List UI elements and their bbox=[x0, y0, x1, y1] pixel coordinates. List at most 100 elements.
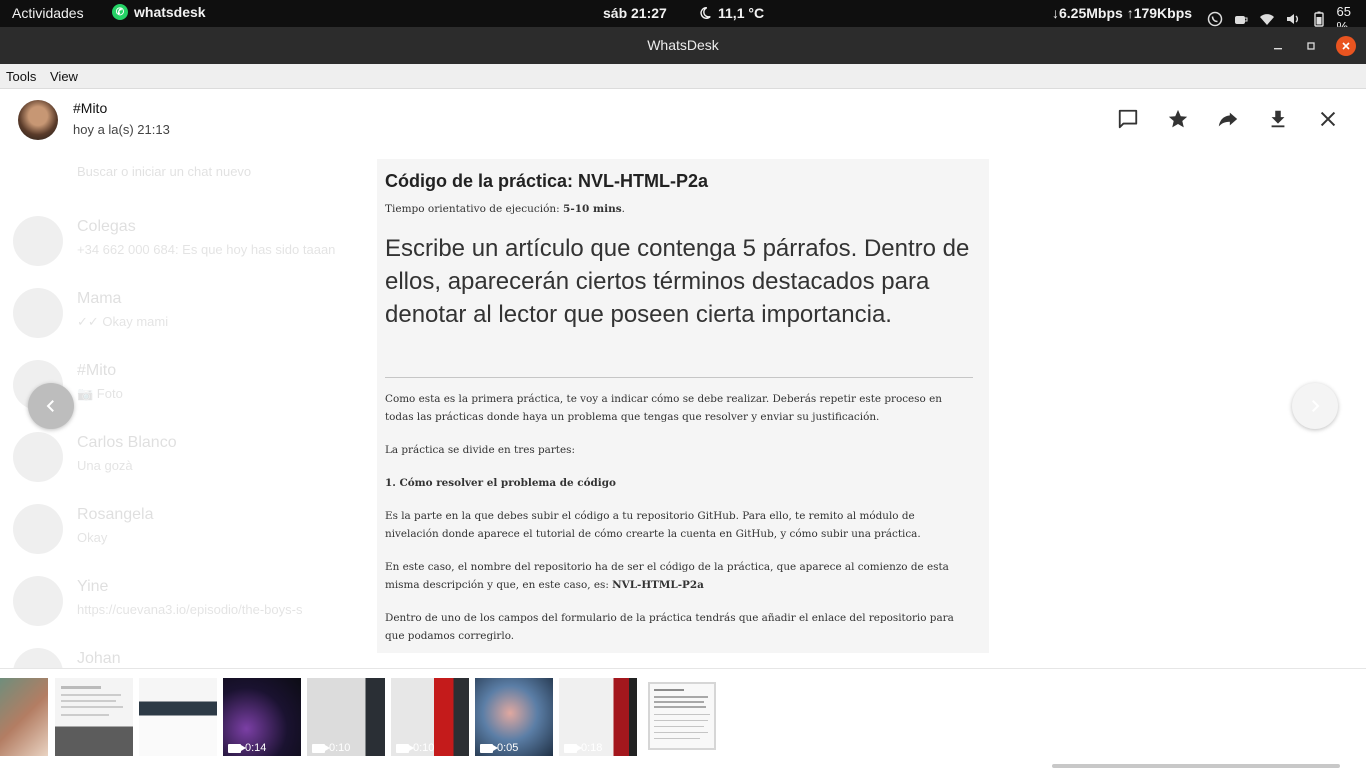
star-button[interactable] bbox=[1166, 107, 1190, 131]
media-thumbnail-strip: 0:14 0:10 0:10 0:05 0:18 bbox=[0, 668, 1366, 768]
thumbnail-image[interactable] bbox=[139, 678, 217, 756]
doc-time-label: Tiempo orientativo de ejecución: bbox=[385, 203, 560, 215]
message-timestamp: hoy a la(s) 21:13 bbox=[73, 122, 170, 137]
forward-button[interactable] bbox=[1216, 107, 1240, 131]
video-duration: 0:10 bbox=[312, 742, 350, 754]
star-icon bbox=[1168, 109, 1188, 128]
list-item: Mama ✓✓ Okay mami bbox=[0, 276, 400, 348]
doc-time-value: 5-10 mins bbox=[563, 203, 622, 215]
next-media-button[interactable] bbox=[1292, 383, 1338, 429]
avatar[interactable] bbox=[18, 100, 58, 140]
avatar bbox=[13, 648, 63, 668]
close-icon bbox=[1342, 42, 1350, 50]
app-menu-label: whatsdesk bbox=[134, 4, 206, 20]
chevron-left-icon bbox=[46, 400, 54, 412]
chat-name: Colegas bbox=[77, 218, 136, 235]
video-duration: 0:18 bbox=[564, 742, 602, 754]
thumbnail-scrollbar[interactable] bbox=[1052, 764, 1340, 768]
wifi-icon[interactable] bbox=[1259, 11, 1276, 28]
video-duration: 0:14 bbox=[228, 742, 266, 754]
background-chat-list: Colegas +34 662 000 684: Es que hoy has s… bbox=[0, 204, 400, 668]
avatar bbox=[13, 216, 63, 266]
menu-view[interactable]: View bbox=[50, 69, 78, 84]
volume-icon[interactable] bbox=[1285, 11, 1302, 28]
menu-tools[interactable]: Tools bbox=[6, 69, 36, 84]
video-duration-text: 0:10 bbox=[413, 742, 435, 754]
avatar bbox=[13, 576, 63, 626]
close-window-button[interactable] bbox=[1336, 36, 1356, 56]
thumbnail-video[interactable]: 0:10 bbox=[391, 678, 469, 756]
clock[interactable]: sáb 21:27 bbox=[603, 5, 667, 21]
whatsapp-icon: ✆ bbox=[112, 4, 128, 20]
thumbnail-image-selected[interactable] bbox=[648, 682, 716, 750]
chat-last-message: Okay bbox=[77, 530, 108, 545]
close-icon bbox=[1320, 111, 1336, 127]
download-icon bbox=[1271, 110, 1285, 128]
video-duration-text: 0:10 bbox=[329, 742, 351, 754]
go-to-message-button[interactable] bbox=[1116, 107, 1140, 131]
doc-repo-code: NVL-HTML-P2a bbox=[612, 579, 704, 591]
doc-paragraph: Como esta es la primera práctica, te voy… bbox=[385, 393, 942, 423]
video-camera-icon bbox=[564, 743, 582, 753]
doc-heading: Código de la práctica: NVL-HTML-P2a bbox=[385, 171, 709, 191]
chat-last-message: +34 662 000 684: Es que hoy has sido taa… bbox=[77, 242, 336, 257]
video-camera-icon bbox=[480, 743, 498, 753]
chevron-right-icon bbox=[1312, 400, 1320, 412]
forward-icon bbox=[1218, 112, 1238, 127]
chat-name: Carlos Blanco bbox=[77, 434, 177, 451]
thumbnail-video[interactable]: 0:05 bbox=[475, 678, 553, 756]
activities-button[interactable]: Actividades bbox=[12, 5, 84, 21]
doc-paragraph: Dentro de uno de los campos del formular… bbox=[385, 612, 954, 642]
menu-bar: Tools View bbox=[0, 64, 1366, 89]
list-item: Yine https://cuevana3.io/episodio/the-boy… bbox=[0, 564, 400, 636]
video-camera-icon bbox=[228, 743, 246, 753]
coffee-icon[interactable] bbox=[1233, 11, 1250, 28]
list-item: Johan bbox=[0, 636, 400, 668]
app-menu[interactable]: ✆ whatsdesk bbox=[112, 4, 206, 20]
chat-last-message: https://cuevana3.io/episodio/the-boys-s bbox=[77, 602, 303, 617]
weather-indicator[interactable]: 11,1 °C bbox=[698, 5, 764, 21]
whatsapp-tray-icon[interactable] bbox=[1207, 11, 1224, 28]
sender-name: #Mito bbox=[73, 100, 108, 116]
system-top-bar: Actividades ✆ whatsdesk sáb 21:27 11,1 °… bbox=[0, 0, 1366, 34]
weather-temperature: 11,1 °C bbox=[718, 5, 765, 21]
thumbnail-image[interactable] bbox=[55, 678, 133, 756]
chat-name: Mama bbox=[77, 290, 122, 307]
thumbnail-video[interactable]: 0:14 bbox=[223, 678, 301, 756]
chat-name: Yine bbox=[77, 578, 109, 595]
chat-name: #Mito bbox=[77, 362, 117, 379]
night-clear-icon bbox=[700, 7, 711, 19]
previous-media-button[interactable] bbox=[28, 383, 74, 429]
thumbnail-image[interactable] bbox=[0, 678, 48, 756]
battery-icon[interactable] bbox=[1311, 11, 1328, 28]
doc-paragraph: En este caso, el nombre del repositorio … bbox=[385, 558, 965, 594]
thumbnail-video[interactable]: 0:18 bbox=[559, 678, 637, 756]
window-title: WhatsDesk bbox=[647, 37, 719, 53]
thumbnail-video[interactable]: 0:10 bbox=[307, 678, 385, 756]
maximize-button[interactable] bbox=[1301, 36, 1321, 56]
download-button[interactable] bbox=[1266, 107, 1290, 131]
doc-time-end: . bbox=[621, 203, 625, 215]
video-duration-text: 0:18 bbox=[581, 742, 603, 754]
message-icon bbox=[1118, 109, 1138, 129]
avatar bbox=[13, 504, 63, 554]
video-duration-text: 0:05 bbox=[497, 742, 519, 754]
close-viewer-button[interactable] bbox=[1316, 107, 1340, 131]
doc-time: Tiempo orientativo de ejecución: 5-10 mi… bbox=[385, 203, 625, 215]
doc-subheading: 1. Cómo resolver el problema de código bbox=[385, 474, 965, 492]
list-item: Colegas +34 662 000 684: Es que hoy has s… bbox=[0, 204, 400, 276]
media-viewer: Buscar o iniciar un chat nuevo Colegas +3… bbox=[0, 89, 1366, 668]
minimize-button[interactable] bbox=[1268, 36, 1288, 56]
media-image: Código de la práctica: NVL-HTML-P2a Tiem… bbox=[377, 159, 989, 653]
video-duration-text: 0:14 bbox=[245, 742, 267, 754]
minimize-icon bbox=[1274, 48, 1282, 50]
window-title-bar[interactable]: WhatsDesk bbox=[0, 27, 1366, 64]
video-camera-icon bbox=[312, 743, 330, 753]
chat-last-message: Una gozà bbox=[77, 458, 133, 473]
doc-statement: Escribe un artículo que contenga 5 párra… bbox=[385, 235, 970, 328]
divider bbox=[385, 377, 973, 378]
network-speed: ↓6.25Mbps ↑179Kbps bbox=[1052, 5, 1193, 21]
maximize-icon bbox=[1307, 42, 1315, 50]
chat-name: Rosangela bbox=[77, 506, 154, 523]
search-hint: Buscar o iniciar un chat nuevo bbox=[77, 164, 252, 179]
